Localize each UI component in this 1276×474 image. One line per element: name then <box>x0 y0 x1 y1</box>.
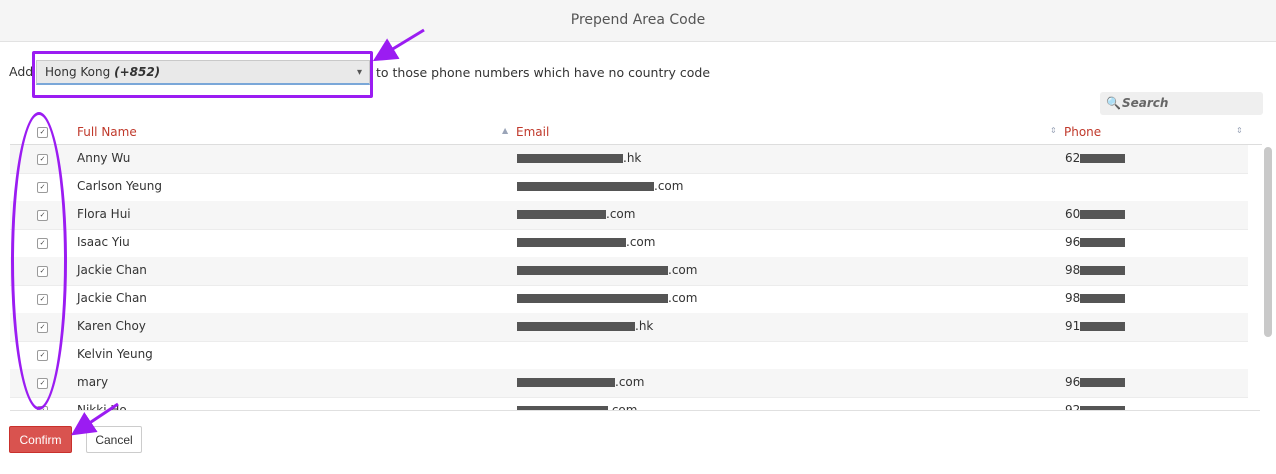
arrow-to-select <box>372 28 425 62</box>
annotation-arrows <box>71 28 425 436</box>
arrow-to-confirm <box>71 402 119 436</box>
